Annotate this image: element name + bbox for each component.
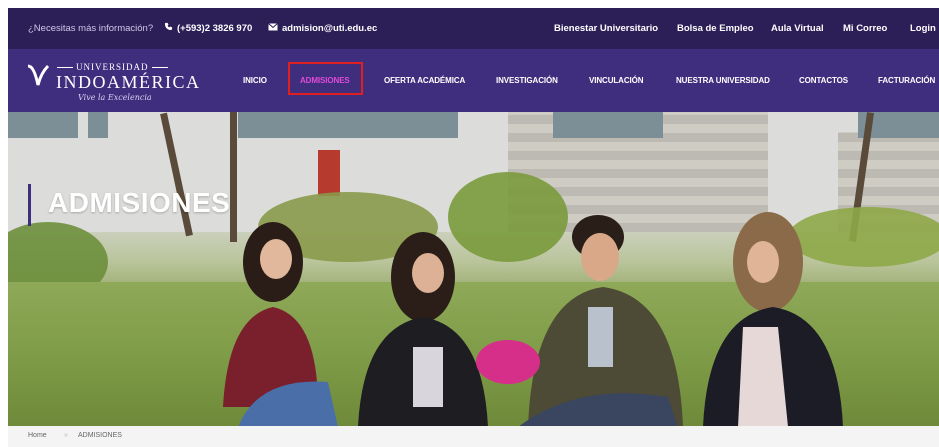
phone-link[interactable]: (+593)2 3826 970 [164,8,252,49]
nav-nuestra-universidad[interactable]: NUESTRA UNIVERSIDAD [676,49,770,112]
nav-investigacion[interactable]: INVESTIGACIÓN [496,49,558,112]
phone-icon [164,8,173,49]
email-address: admision@uti.edu.ec [282,23,378,35]
breadcrumb: Home » ADMISIONES [8,426,939,447]
logo-line-top: UNIVERSIDAD [54,62,171,72]
university-logo[interactable]: UNIVERSIDAD INDOAMÉRICA Vive la Excelenc… [26,58,199,106]
top-utility-bar: ¿Necesitas más información? (+593)2 3826… [8,8,939,49]
nav-contactos[interactable]: CONTACTOS [799,49,848,112]
logo-name: INDOAMÉRICA [56,72,201,92]
logo-emblem-icon [26,63,50,98]
phone-number: (+593)2 3826 970 [177,23,253,35]
breadcrumb-separator: » [64,432,68,439]
nav-vinculacion[interactable]: VINCULACIÓN [589,49,644,112]
students-photo [223,212,843,426]
envelope-icon [268,8,278,49]
hero-banner: ADMISIONES [8,112,939,426]
hero-title: ADMISIONES [48,187,231,218]
link-bienestar-universitario[interactable]: Bienestar Universitario [554,8,658,49]
main-navigation: UNIVERSIDAD INDOAMÉRICA Vive la Excelenc… [8,49,939,112]
info-question: ¿Necesitas más información? [28,23,154,34]
breadcrumb-current: ADMISIONES [78,432,122,439]
link-login[interactable]: Login [910,8,936,49]
logo-tagline: Vive la Excelencia [78,93,152,102]
link-bolsa-de-empleo[interactable]: Bolsa de Empleo [677,8,754,49]
nav-facturacion[interactable]: FACTURACIÓN [878,49,935,112]
page-frame: ¿Necesitas más información? (+593)2 3826… [8,8,939,447]
hero-title-accent [28,184,31,226]
link-aula-virtual[interactable]: Aula Virtual [771,8,824,49]
breadcrumb-home[interactable]: Home [28,432,47,439]
nav-inicio[interactable]: INICIO [243,49,267,112]
active-nav-highlight [288,62,363,95]
link-mi-correo[interactable]: Mi Correo [843,8,887,49]
email-link[interactable]: admision@uti.edu.ec [268,8,377,49]
nav-oferta-academica[interactable]: OFERTA ACADÉMICA [384,49,465,112]
